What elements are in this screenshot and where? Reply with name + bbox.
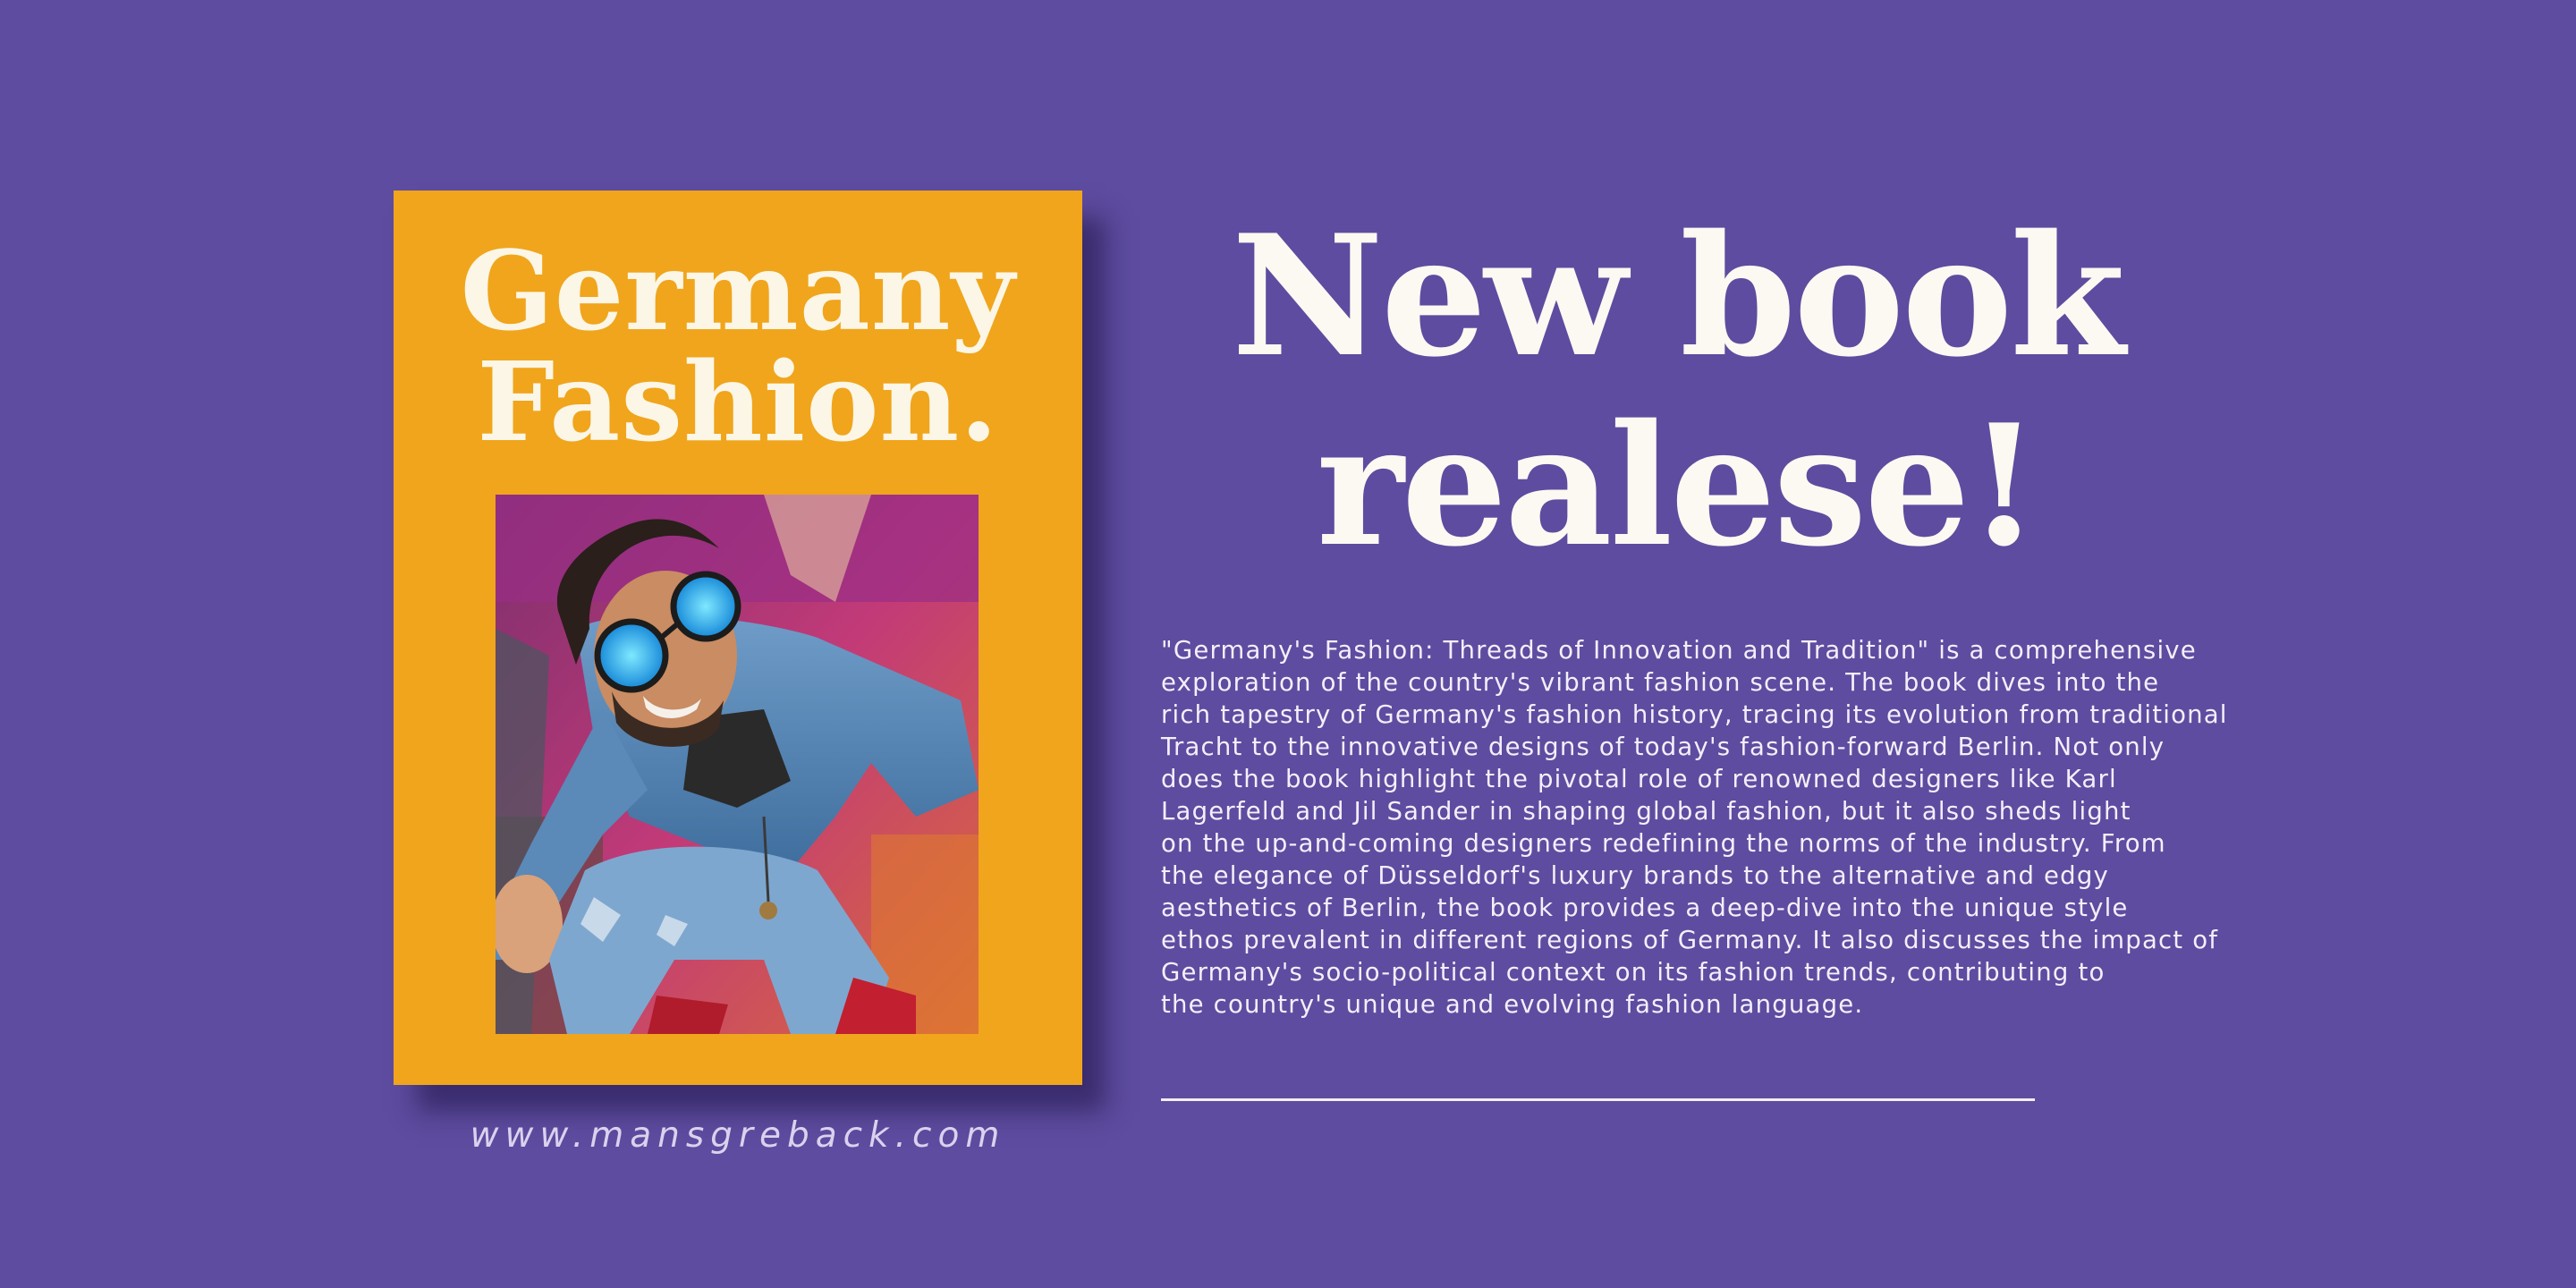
headline-line-2: realese!	[1316, 387, 2041, 583]
cover-photo	[496, 495, 979, 1034]
description-line: the elegance of Düsseldorf's luxury bran…	[1161, 861, 2109, 890]
description-line: aesthetics of Berlin, the book provides …	[1161, 894, 2129, 922]
man-with-blue-sunglasses-photo-icon	[496, 495, 979, 1034]
book-title: Germany Fashion.	[394, 235, 1082, 457]
description-line: Tracht to the innovative designs of toda…	[1161, 733, 2165, 761]
book-cover: Germany Fashion.	[394, 191, 1082, 1085]
description-line: Germany's socio-political context on its…	[1161, 958, 2106, 987]
description-line: exploration of the country's vibrant fas…	[1161, 668, 2160, 697]
book-description: "Germany's Fashion: Threads of Innovatio…	[1161, 634, 2261, 1021]
book-title-line-1: Germany	[460, 226, 1016, 355]
book-title-line-2: Fashion.	[477, 337, 999, 466]
description-line: does the book highlight the pivotal role…	[1161, 765, 2117, 793]
description-line: on the up-and-coming designers redefinin…	[1161, 829, 2166, 858]
description-line: ethos prevalent in different regions of …	[1161, 926, 2219, 954]
website-url[interactable]: www.mansgreback.com	[394, 1115, 1082, 1156]
description-line: "Germany's Fashion: Threads of Innovatio…	[1161, 636, 2197, 665]
description-line: rich tapestry of Germany's fashion histo…	[1161, 700, 2228, 729]
description-line: the country's unique and evolving fashio…	[1161, 990, 1864, 1019]
headline: New book realese!	[1163, 201, 2191, 580]
headline-line-1: New book	[1231, 198, 2125, 394]
divider	[1161, 1098, 2035, 1101]
description-line: Lagerfeld and Jil Sander in shaping glob…	[1161, 797, 2131, 826]
